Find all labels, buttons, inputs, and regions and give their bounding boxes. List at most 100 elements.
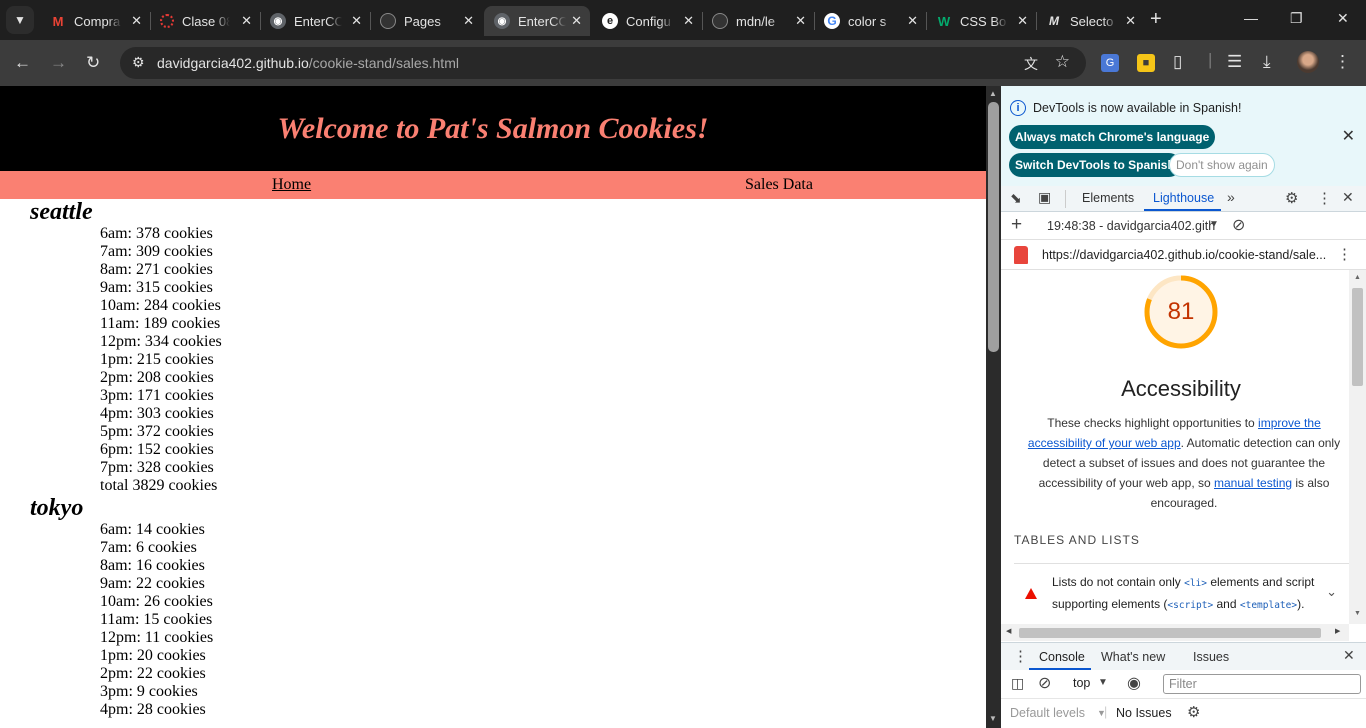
settings-gear-icon[interactable]: ⚙ <box>1187 703 1200 721</box>
tab-gmail[interactable]: M Compra ✕ <box>40 6 150 36</box>
info-icon: i <box>1010 100 1026 116</box>
tab-selectors[interactable]: M Selecto ✕ <box>1036 6 1144 36</box>
tab-enterco-1[interactable]: ◉ EnterCO ✕ <box>260 6 370 36</box>
address-bar[interactable]: ⚙ davidgarcia402.github.io/cookie-stand/… <box>120 47 1086 79</box>
scroll-left-icon[interactable]: ◀ <box>1006 627 1011 635</box>
clear-reports-icon[interactable]: ⊘ <box>1232 215 1245 235</box>
forward-icon[interactable]: → <box>50 53 67 73</box>
kebab-menu-icon[interactable]: ⋮ <box>1337 245 1352 263</box>
filter-input[interactable]: Filter <box>1163 674 1361 694</box>
close-drawer-icon[interactable]: ✕ <box>1343 647 1355 664</box>
tab-lighthouse[interactable]: Lighthouse <box>1153 191 1214 205</box>
report-select[interactable]: 19:48:38 - davidgarcia402.gith <box>1047 219 1215 233</box>
scroll-right-icon[interactable]: ▶ <box>1335 627 1340 635</box>
tab-pages[interactable]: Pages ✕ <box>370 6 482 36</box>
tab-whats-new[interactable]: What's new <box>1101 650 1165 664</box>
close-icon[interactable]: ✕ <box>131 13 142 29</box>
tab-title: Compra <box>74 13 121 29</box>
switch-to-spanish-button[interactable]: Switch DevTools to Spanish <box>1009 153 1181 177</box>
browser-toolbar: ← → ↻ ⚙ davidgarcia402.github.io/cookie-… <box>0 40 1366 86</box>
profile-avatar[interactable] <box>1297 51 1319 73</box>
tab-elements[interactable]: Elements <box>1082 191 1134 205</box>
kebab-menu-icon[interactable]: ⋮ <box>1334 52 1351 72</box>
scroll-up-icon[interactable]: ▲ <box>1354 274 1361 281</box>
inspect-element-icon[interactable]: ⬊ <box>1010 190 1022 207</box>
list-item: 6am: 14 cookies <box>100 521 205 538</box>
issues-count[interactable]: No Issues <box>1116 706 1172 720</box>
store-name: seattle <box>30 199 93 225</box>
report-hscrollbar[interactable]: ◀ ▶ <box>1001 624 1349 641</box>
log-levels-select[interactable]: Default levels <box>1010 706 1085 720</box>
list-item: 8am: 16 cookies <box>100 557 205 574</box>
tab-issues[interactable]: Issues <box>1193 650 1229 664</box>
clear-console-icon[interactable]: ⊘ <box>1038 673 1051 693</box>
list-item: 3pm: 9 cookies <box>100 683 198 700</box>
scrollbar-thumb[interactable] <box>988 102 999 352</box>
audit-item[interactable]: Lists do not contain only <li> elements … <box>1001 564 1349 624</box>
tab-enterco-active[interactable]: ◉ EnterCO ✕ <box>484 6 590 36</box>
spinner-icon <box>160 14 174 28</box>
bookmark-star-icon[interactable]: ☆ <box>1055 52 1070 72</box>
context-select[interactable]: top <box>1073 676 1090 690</box>
sidebar-toggle-icon[interactable]: ◫ <box>1011 675 1024 692</box>
category-title: Accessibility <box>1121 376 1241 401</box>
close-icon[interactable]: ✕ <box>463 13 474 29</box>
close-icon[interactable]: ✕ <box>1342 126 1355 146</box>
scroll-down-icon[interactable]: ▼ <box>989 714 997 723</box>
new-tab-icon[interactable]: + <box>1150 8 1162 31</box>
close-icon[interactable]: ✕ <box>241 13 252 29</box>
chevron-down-icon[interactable]: ▼ <box>1098 677 1108 688</box>
google-translate-extension-icon[interactable]: G <box>1101 54 1119 72</box>
keep-extension-icon[interactable]: ■ <box>1137 54 1155 72</box>
report-scrollbar[interactable]: ▲ ▼ <box>1349 270 1366 624</box>
scrollbar-thumb[interactable] <box>1019 628 1321 638</box>
drawer-tabbar: ⋮ Console What's new Issues ✕ <box>1001 642 1366 670</box>
chevron-down-icon[interactable]: ⌄ <box>1326 584 1337 600</box>
close-icon[interactable]: ✕ <box>571 13 582 29</box>
kebab-menu-icon[interactable]: ⋮ <box>1013 647 1028 665</box>
download-icon[interactable]: ⤓ <box>1263 52 1271 72</box>
dont-show-again-button[interactable]: Don't show again <box>1169 153 1275 177</box>
tab-configu[interactable]: e Configu ✕ <box>592 6 702 36</box>
close-icon[interactable]: ✕ <box>907 13 918 29</box>
settings-gear-icon[interactable]: ⚙ <box>1285 189 1298 207</box>
window-close-icon[interactable]: ✕ <box>1337 10 1349 27</box>
eye-icon[interactable]: ◉ <box>1127 673 1141 693</box>
back-icon[interactable]: ← <box>14 53 31 73</box>
list-item: 7am: 309 cookies <box>100 243 213 260</box>
tab-mdn-learning[interactable]: mdn/le ✕ <box>702 6 814 36</box>
tab-title: EnterCO <box>518 13 566 29</box>
tab-console[interactable]: Console <box>1039 650 1085 664</box>
close-icon[interactable]: ✕ <box>683 13 694 29</box>
tab-clase[interactable]: Clase 08 ✕ <box>150 6 260 36</box>
scroll-up-icon[interactable]: ▲ <box>989 89 997 98</box>
restore-icon[interactable]: ❐ <box>1290 10 1303 27</box>
list-item: 8am: 271 cookies <box>100 261 213 278</box>
scroll-down-icon[interactable]: ▼ <box>1354 610 1361 617</box>
manual-testing-link[interactable]: manual testing <box>1214 476 1292 490</box>
device-toolbar-icon[interactable]: ▣ <box>1038 189 1051 206</box>
plus-icon[interactable]: + <box>1011 214 1022 236</box>
more-tabs-icon[interactable]: » <box>1227 189 1235 205</box>
close-devtools-icon[interactable]: ✕ <box>1342 189 1354 206</box>
translate-icon[interactable]: 文 <box>1024 54 1038 74</box>
minimize-icon[interactable]: — <box>1244 10 1258 26</box>
tab-css-borders[interactable]: W CSS Bo ✕ <box>926 6 1036 36</box>
reload-icon[interactable]: ↻ <box>86 53 100 73</box>
page-scrollbar[interactable]: ▲ ▼ <box>986 86 1001 728</box>
media-queue-icon[interactable]: ☰ <box>1227 52 1242 72</box>
close-icon[interactable]: ✕ <box>795 13 806 29</box>
kebab-menu-icon[interactable]: ⋮ <box>1317 189 1332 207</box>
close-icon[interactable]: ✕ <box>1125 13 1136 29</box>
site-settings-icon[interactable]: ⚙ <box>132 54 145 71</box>
extensions-puzzle-icon[interactable]: ▯ <box>1173 52 1182 72</box>
tab-search-button[interactable]: ▼ <box>6 6 34 34</box>
chevron-down-icon[interactable]: ▼ <box>1209 219 1219 230</box>
nav-home-link[interactable]: Home <box>272 176 311 194</box>
tab-title: color s <box>848 13 887 29</box>
tab-color-search[interactable]: G color s ✕ <box>814 6 926 36</box>
close-icon[interactable]: ✕ <box>1017 13 1028 29</box>
close-icon[interactable]: ✕ <box>351 13 362 29</box>
scrollbar-thumb[interactable] <box>1352 288 1363 386</box>
always-match-language-button[interactable]: Always match Chrome's language <box>1009 125 1216 149</box>
